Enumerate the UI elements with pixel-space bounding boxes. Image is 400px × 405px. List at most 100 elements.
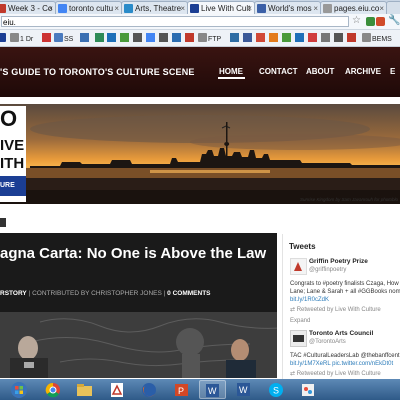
skype-icon[interactable]: S <box>263 380 290 399</box>
site-favicon-icon <box>190 4 199 13</box>
paint-icon[interactable] <box>295 380 322 399</box>
bookmark-icon[interactable] <box>269 33 278 42</box>
bookmark-icon[interactable] <box>308 33 317 42</box>
star-icon[interactable]: ☆ <box>352 15 361 26</box>
acrobat-icon[interactable] <box>104 380 131 399</box>
bookmark-icon[interactable] <box>243 33 252 42</box>
bookmark-item[interactable]: SS <box>54 33 73 43</box>
nav-about[interactable]: ABOUT <box>306 67 334 76</box>
article-category[interactable]: RSTORY <box>0 290 27 297</box>
article-comments-link[interactable]: 0 COMMENTS <box>167 290 210 297</box>
retweet-note: ⇄ Retweeted by Live With Culture <box>290 307 381 313</box>
extension-icon[interactable] <box>376 17 385 26</box>
start-button[interactable] <box>6 380 33 399</box>
close-tab-icon[interactable]: × <box>247 2 252 14</box>
bookmark-item[interactable]: 1 Dr <box>10 33 33 43</box>
tweet-handle[interactable]: @TorontoArts <box>309 339 346 345</box>
tweet-text-line: TAC #CulturalLeadersLab @thebanffcent <box>290 353 400 359</box>
svg-text:S: S <box>273 386 279 396</box>
browser-tab[interactable]: World's mos × <box>254 1 321 14</box>
explorer-folder-icon[interactable] <box>71 380 98 399</box>
article-image[interactable] <box>0 312 277 378</box>
tweet-author[interactable]: Toronto Arts Council <box>309 330 373 337</box>
wrench-icon[interactable]: 🔧 <box>388 15 400 26</box>
site-favicon-icon <box>257 4 266 13</box>
article-title[interactable]: agna Carta: No One is Above the Law <box>0 245 266 262</box>
tweet-link[interactable]: bit.ly/1R0cZdK <box>290 296 329 304</box>
bookmarks-bar: 1 Dr SS FTP BEMS <box>0 30 400 47</box>
bookmark-icon[interactable] <box>120 33 129 42</box>
retweet-icon: ⇄ <box>290 371 296 377</box>
bookmark-item[interactable]: FTP <box>198 33 221 43</box>
hero-banner: O IVE ITH URE Sunrise Kingdom by Sam Jav… <box>0 104 400 204</box>
word-icon[interactable]: W <box>231 380 258 399</box>
new-tab-button[interactable] <box>386 1 400 14</box>
extension-icon[interactable] <box>366 17 375 26</box>
browser-tab[interactable]: toronto cultu × <box>55 1 122 14</box>
browser-tab[interactable]: Week 3 - Co × <box>0 1 56 14</box>
nav-archive[interactable]: ARCHIVE <box>345 67 381 76</box>
close-tab-icon[interactable]: × <box>313 2 318 14</box>
address-bar[interactable]: eiu. <box>1 16 349 27</box>
chrome-icon[interactable] <box>40 380 67 399</box>
close-tab-icon[interactable]: × <box>180 2 185 14</box>
browser-tab[interactable]: Arts, Theatre × <box>121 1 188 14</box>
google-icon[interactable] <box>146 33 155 42</box>
bookmark-icon[interactable] <box>334 33 343 42</box>
bookmark-icon[interactable] <box>172 33 181 42</box>
browser-tab-strip: Week 3 - Co × toronto cultu × Arts, Thea… <box>0 0 400 14</box>
firefox-icon[interactable] <box>136 380 163 399</box>
bookmark-icon[interactable] <box>347 33 356 42</box>
tweet-text-line: Congrats to #poetry finalists Czaga, How <box>290 281 399 287</box>
nav-contact[interactable]: CONTACT <box>259 67 298 76</box>
close-tab-icon[interactable]: × <box>379 2 384 14</box>
powerpoint-icon[interactable]: P <box>168 380 195 399</box>
site-tagline: 'S GUIDE TO TORONTO'S CULTURE SCENE <box>0 67 195 77</box>
nav-home[interactable]: HOME <box>219 67 243 76</box>
bookmark-icon[interactable] <box>185 33 194 42</box>
bookmark-icon[interactable] <box>0 33 7 43</box>
bookmark-icon[interactable] <box>295 33 304 42</box>
tweets-widget: Tweets Griffin Poetry Prize @griffinpoet… <box>282 234 400 379</box>
section-marker <box>0 218 6 227</box>
bookmark-icon[interactable] <box>95 33 104 42</box>
tweet-author[interactable]: Griffin Poetry Prize <box>309 258 368 265</box>
close-tab-icon[interactable]: × <box>114 2 119 14</box>
site-header: 'S GUIDE TO TORONTO'S CULTURE SCENE HOME… <box>0 47 400 97</box>
browser-tab[interactable]: pages.eiu.co × <box>320 1 387 14</box>
tweet-link[interactable]: bit.ly/1M7XeRL pic.twitter.com/nEkDt0t <box>290 360 393 368</box>
avatar[interactable] <box>290 258 307 275</box>
address-row: eiu. ☆ 🔧 <box>0 14 400 30</box>
retweet-icon: ⇄ <box>290 307 296 313</box>
browser-tab-active[interactable]: Live With Cult × <box>187 1 255 14</box>
photo-credit: Sunrise Kingdom by Sam Javanrouh for pho… <box>299 197 398 202</box>
bookmark-icon[interactable] <box>159 33 168 42</box>
bookmark-icon[interactable] <box>133 33 142 42</box>
svg-text:W: W <box>239 385 248 395</box>
site-logo[interactable]: O IVE ITH URE <box>0 106 26 202</box>
expand-link[interactable]: Expand <box>290 318 310 324</box>
nav-more[interactable]: E <box>390 67 395 76</box>
nav-active-indicator <box>218 77 245 79</box>
bookmark-item[interactable]: BEMS <box>362 33 392 43</box>
skyline-photo <box>0 104 400 204</box>
tweet-text-line: Lane; Lane & Sarah + all #GGBooks nom <box>290 289 400 295</box>
tweets-heading: Tweets <box>289 242 316 251</box>
google-icon <box>58 4 67 13</box>
bookmark-icon[interactable] <box>42 33 51 42</box>
avatar[interactable] <box>290 330 307 347</box>
close-tab-icon[interactable]: × <box>48 2 53 14</box>
site-favicon-icon <box>0 4 6 13</box>
article-card: agna Carta: No One is Above the Law RSTO… <box>0 233 277 378</box>
bookmark-icon[interactable] <box>107 33 116 42</box>
bookmark-icon[interactable] <box>321 33 330 42</box>
bookmark-icon[interactable] <box>230 33 239 42</box>
word-icon[interactable]: W <box>199 380 226 399</box>
bookmark-icon[interactable] <box>80 33 89 42</box>
page-icon <box>323 4 332 13</box>
bookmark-icon[interactable] <box>256 33 265 42</box>
bookmark-icon[interactable] <box>282 33 291 42</box>
svg-text:P: P <box>178 386 184 396</box>
site-favicon-icon <box>124 4 133 13</box>
tweet-handle[interactable]: @griffinpoetry <box>309 267 346 273</box>
